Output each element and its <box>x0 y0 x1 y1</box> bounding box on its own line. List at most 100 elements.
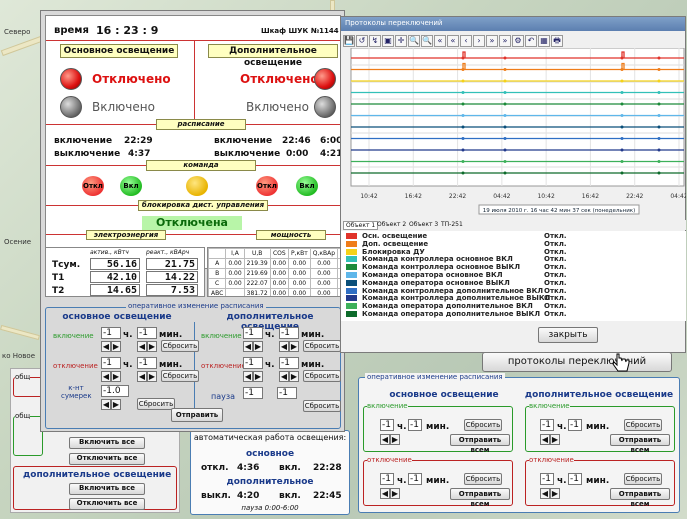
extra-on-reset-button[interactable]: Сбросить <box>303 340 341 352</box>
toolbar-button[interactable]: » <box>486 35 498 47</box>
power-cell: 219.39 <box>243 258 271 269</box>
toolbar-button[interactable]: ↯ <box>369 35 381 47</box>
arrow-right-icon[interactable]: ▶ <box>253 371 263 382</box>
toolbar-button[interactable]: ↶ <box>525 35 537 47</box>
right-main-off-send-all-button[interactable]: Отправить всем <box>450 488 510 508</box>
main-cmd-on-button[interactable]: Вкл <box>120 176 142 196</box>
enable-all-button[interactable]: Включить все <box>69 437 145 449</box>
extra-on-minutes-input[interactable]: -1 <box>279 327 299 339</box>
pause-end-input[interactable]: -1 <box>277 387 297 399</box>
extra-off-hours-input[interactable]: -1 <box>243 357 263 369</box>
main-on-minutes-input[interactable]: -1 <box>137 327 157 339</box>
toolbar-button[interactable]: 🔍 <box>421 35 433 47</box>
auto-on-label: вкл. <box>279 491 301 501</box>
arrow-right-icon[interactable]: ▶ <box>550 488 560 499</box>
main-on-hours-input[interactable]: -1 <box>101 327 121 339</box>
arrow-right-icon[interactable]: ▶ <box>390 434 400 445</box>
arrow-left-icon[interactable]: ◀ <box>540 434 550 445</box>
right-main-on-send-all-button[interactable]: Отправить всем <box>450 434 510 454</box>
sunset-input[interactable]: -1.0 <box>101 385 129 397</box>
main-on-reset-button[interactable]: Сбросить <box>161 340 199 352</box>
toolbar-button[interactable]: › <box>473 35 485 47</box>
right-extra-on-send-all-button[interactable]: Отправить всем <box>610 434 670 454</box>
toolbar-button[interactable]: « <box>434 35 446 47</box>
right-main-on-minutes-input[interactable]: -1 <box>408 419 422 431</box>
send-button[interactable]: Отправить <box>171 408 223 422</box>
arrow-left-icon[interactable]: ◀ <box>137 341 147 352</box>
right-main-on-hours-input[interactable]: -1 <box>380 419 394 431</box>
right-extra-off-send-all-button[interactable]: Отправить всем <box>610 488 670 508</box>
tab-object-1[interactable]: Объект 1 <box>343 221 379 230</box>
arrow-right-icon[interactable]: ▶ <box>253 341 263 352</box>
main-cmd-off-button[interactable]: Откл <box>82 176 104 196</box>
arrow-left-icon[interactable]: ◀ <box>243 371 253 382</box>
extra-on-hours-input[interactable]: -1 <box>243 327 263 339</box>
right-main-off-hours-input[interactable]: -1 <box>380 473 394 485</box>
arrow-right-icon[interactable]: ▶ <box>111 399 121 410</box>
right-extra-on-minutes-input[interactable]: -1 <box>568 419 582 431</box>
arrow-right-icon[interactable]: ▶ <box>147 341 157 352</box>
sunset-reset-button[interactable]: Сбросить <box>137 398 175 410</box>
series-point <box>620 114 624 117</box>
right-main-on-reset-button[interactable]: Сбросить <box>464 419 502 431</box>
arrow-left-icon[interactable]: ◀ <box>279 371 289 382</box>
disable-all-button[interactable]: Отключить все <box>69 453 145 465</box>
toolbar-button[interactable]: ▣ <box>382 35 394 47</box>
right-main-off-minutes-input[interactable]: -1 <box>408 473 422 485</box>
close-button[interactable]: закрыть <box>538 327 598 343</box>
arrow-right-icon[interactable]: ▶ <box>289 341 299 352</box>
toolbar-button[interactable]: » <box>499 35 511 47</box>
right-main-off-reset-button[interactable]: Сбросить <box>464 473 502 485</box>
toolbar-button[interactable]: ▦ <box>538 35 550 47</box>
main-light-header: Основное освещение <box>60 44 178 58</box>
arrow-left-icon[interactable]: ◀ <box>137 371 147 382</box>
main-off-minutes-input[interactable]: -1 <box>137 357 157 369</box>
toolbar-button[interactable]: 💾 <box>343 35 355 47</box>
unlock-icon[interactable] <box>186 176 208 196</box>
pause-reset-button[interactable]: Сбросить <box>303 400 341 412</box>
main-off-hours-input[interactable]: -1 <box>101 357 121 369</box>
extra-off-minutes-input[interactable]: -1 <box>279 357 299 369</box>
tab-object-2[interactable]: Объект 2 <box>377 221 406 228</box>
pause-start-input[interactable]: -1 <box>243 387 263 399</box>
arrow-left-icon[interactable]: ◀ <box>243 341 253 352</box>
arrow-left-icon[interactable]: ◀ <box>101 341 111 352</box>
arrow-right-icon[interactable]: ▶ <box>111 371 121 382</box>
right-extra-off-hours-input[interactable]: -1 <box>540 473 554 485</box>
auto-off-label: выкл. <box>201 491 231 501</box>
tab-object-3[interactable]: Объект 3 <box>409 221 438 228</box>
minutes-label: мин. <box>159 360 183 370</box>
arrow-right-icon[interactable]: ▶ <box>147 371 157 382</box>
extra-cmd-on-button[interactable]: Вкл <box>296 176 318 196</box>
arrow-right-icon[interactable]: ▶ <box>289 371 299 382</box>
right-extra-off-reset-button[interactable]: Сбросить <box>624 473 662 485</box>
arrow-left-icon[interactable]: ◀ <box>101 399 111 410</box>
arrow-left-icon[interactable]: ◀ <box>380 488 390 499</box>
extra-disable-all-button[interactable]: Отключить все <box>69 498 145 510</box>
extra-enable-all-button[interactable]: Включить все <box>69 483 145 495</box>
toolbar-button[interactable]: 🖶 <box>551 35 563 47</box>
toolbar-button[interactable]: ‹ <box>460 35 472 47</box>
toolbar-button[interactable]: « <box>447 35 459 47</box>
arrow-left-icon[interactable]: ◀ <box>540 488 550 499</box>
energy-value: 56.16 <box>90 258 140 270</box>
toolbar-button[interactable]: ✛ <box>395 35 407 47</box>
toolbar-button[interactable]: ↺ <box>356 35 368 47</box>
arrow-right-icon[interactable]: ▶ <box>390 488 400 499</box>
arrow-left-icon[interactable]: ◀ <box>279 341 289 352</box>
arrow-right-icon[interactable]: ▶ <box>550 434 560 445</box>
tab-tp251[interactable]: ТП-251 <box>441 221 463 228</box>
toolbar-button[interactable]: ⚙ <box>512 35 524 47</box>
extra-cmd-off-button[interactable]: Откл <box>256 176 278 196</box>
arrow-right-icon[interactable]: ▶ <box>111 341 121 352</box>
right-extra-on-reset-button[interactable]: Сбросить <box>624 419 662 431</box>
extra-off-reset-button[interactable]: Сбросить <box>303 370 341 382</box>
right-extra-off-minutes-input[interactable]: -1 <box>568 473 582 485</box>
arrow-left-icon[interactable]: ◀ <box>380 434 390 445</box>
toolbar-button[interactable]: 🔍 <box>408 35 420 47</box>
arrow-left-icon[interactable]: ◀ <box>101 371 111 382</box>
right-extra-on-hours-input[interactable]: -1 <box>540 419 554 431</box>
protocols-button[interactable]: протоколы переключений <box>482 352 672 372</box>
main-off-reset-button[interactable]: Сбросить <box>161 370 199 382</box>
power-header: мощность <box>256 230 326 240</box>
